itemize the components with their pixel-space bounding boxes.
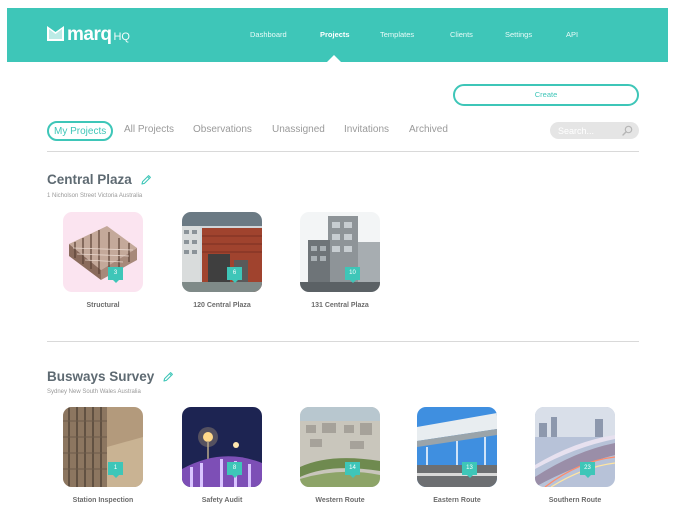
project-name[interactable]: Busways Survey — [47, 369, 154, 384]
folder-card[interactable]: 14 Western Route — [300, 407, 380, 504]
folder-card[interactable]: 3 Structural — [63, 212, 143, 309]
nav-clients[interactable]: Clients — [450, 30, 473, 39]
station-photo-image — [417, 407, 497, 487]
section-divider — [47, 341, 639, 342]
project-address: Sydney New South Wales Australia — [47, 389, 141, 395]
aerial-photo-image — [300, 407, 380, 487]
folder-thumbnail[interactable]: 14 — [300, 407, 380, 487]
folder-name[interactable]: Station Inspection — [38, 497, 168, 504]
nav-settings[interactable]: Settings — [505, 30, 532, 39]
photo-count-badge: 23 — [580, 462, 595, 478]
filter-invitations[interactable]: Invitations — [344, 121, 389, 141]
folder-card[interactable]: 1 Station Inspection — [63, 407, 143, 504]
create-button[interactable]: Create — [453, 84, 639, 106]
photo-count-badge: 10 — [345, 267, 360, 283]
folder-thumbnail[interactable]: 6 — [182, 212, 262, 292]
site-photo-image — [63, 407, 143, 487]
folder-thumbnail[interactable]: 23 — [535, 407, 615, 487]
structural-model-image — [63, 212, 143, 292]
filter-archived[interactable]: Archived — [409, 121, 448, 141]
project-title: Busways Survey — [47, 369, 174, 384]
app-header: marq HQ Dashboard Projects Templates Cli… — [7, 8, 668, 62]
highway-photo-image — [535, 407, 615, 487]
folder-name[interactable]: 131 Central Plaza — [275, 302, 405, 309]
main-nav: Dashboard Projects Templates Clients Set… — [7, 8, 668, 62]
filter-observations[interactable]: Observations — [193, 121, 252, 141]
folder-thumbnail[interactable]: 13 — [417, 407, 497, 487]
folder-name[interactable]: Western Route — [275, 497, 405, 504]
folder-name[interactable]: Safety Audit — [157, 497, 287, 504]
folder-name[interactable]: Southern Route — [510, 497, 640, 504]
folder-thumbnail[interactable]: 1 — [63, 407, 143, 487]
folder-thumbnail[interactable]: 8 — [182, 407, 262, 487]
photo-count-badge: 3 — [108, 267, 123, 283]
project-address: 1 Nicholson Street Victoria Australia — [47, 193, 143, 199]
active-nav-indicator — [327, 55, 341, 62]
folder-card[interactable]: 10 131 Central Plaza — [300, 212, 380, 309]
folder-card[interactable]: 23 Southern Route — [535, 407, 615, 504]
filter-unassigned[interactable]: Unassigned — [272, 121, 325, 141]
project-name[interactable]: Central Plaza — [47, 172, 132, 187]
photo-count-badge: 13 — [462, 462, 477, 478]
search-icon[interactable] — [622, 125, 633, 136]
folder-card[interactable]: 13 Eastern Route — [417, 407, 497, 504]
nav-projects[interactable]: Projects — [320, 30, 350, 39]
project-title: Central Plaza — [47, 172, 152, 187]
folder-card[interactable]: 8 Safety Audit — [182, 407, 262, 504]
filter-my-projects[interactable]: My Projects — [47, 121, 114, 141]
photo-count-badge: 14 — [345, 462, 360, 478]
folder-name[interactable]: 120 Central Plaza — [157, 302, 287, 309]
filter-all-projects[interactable]: All Projects — [124, 121, 174, 141]
edit-pencil-icon[interactable] — [140, 174, 152, 186]
search-box — [550, 122, 639, 139]
nav-api[interactable]: API — [566, 30, 578, 39]
nav-templates[interactable]: Templates — [380, 30, 414, 39]
folder-name[interactable]: Eastern Route — [392, 497, 522, 504]
nav-dashboard[interactable]: Dashboard — [250, 30, 287, 39]
photo-count-badge: 8 — [227, 462, 242, 478]
toolbar-divider — [47, 151, 639, 152]
night-photo-image — [182, 407, 262, 487]
folder-name[interactable]: Structural — [38, 302, 168, 309]
photo-count-badge: 1 — [108, 462, 123, 478]
photo-count-badge: 6 — [227, 267, 242, 283]
folder-thumbnail[interactable]: 3 — [63, 212, 143, 292]
folder-thumbnail[interactable]: 10 — [300, 212, 380, 292]
building-photo-image — [182, 212, 262, 292]
search-input[interactable] — [558, 123, 618, 138]
building-photo-image — [300, 212, 380, 292]
folder-card[interactable]: 6 120 Central Plaza — [182, 212, 262, 309]
edit-pencil-icon[interactable] — [162, 371, 174, 383]
